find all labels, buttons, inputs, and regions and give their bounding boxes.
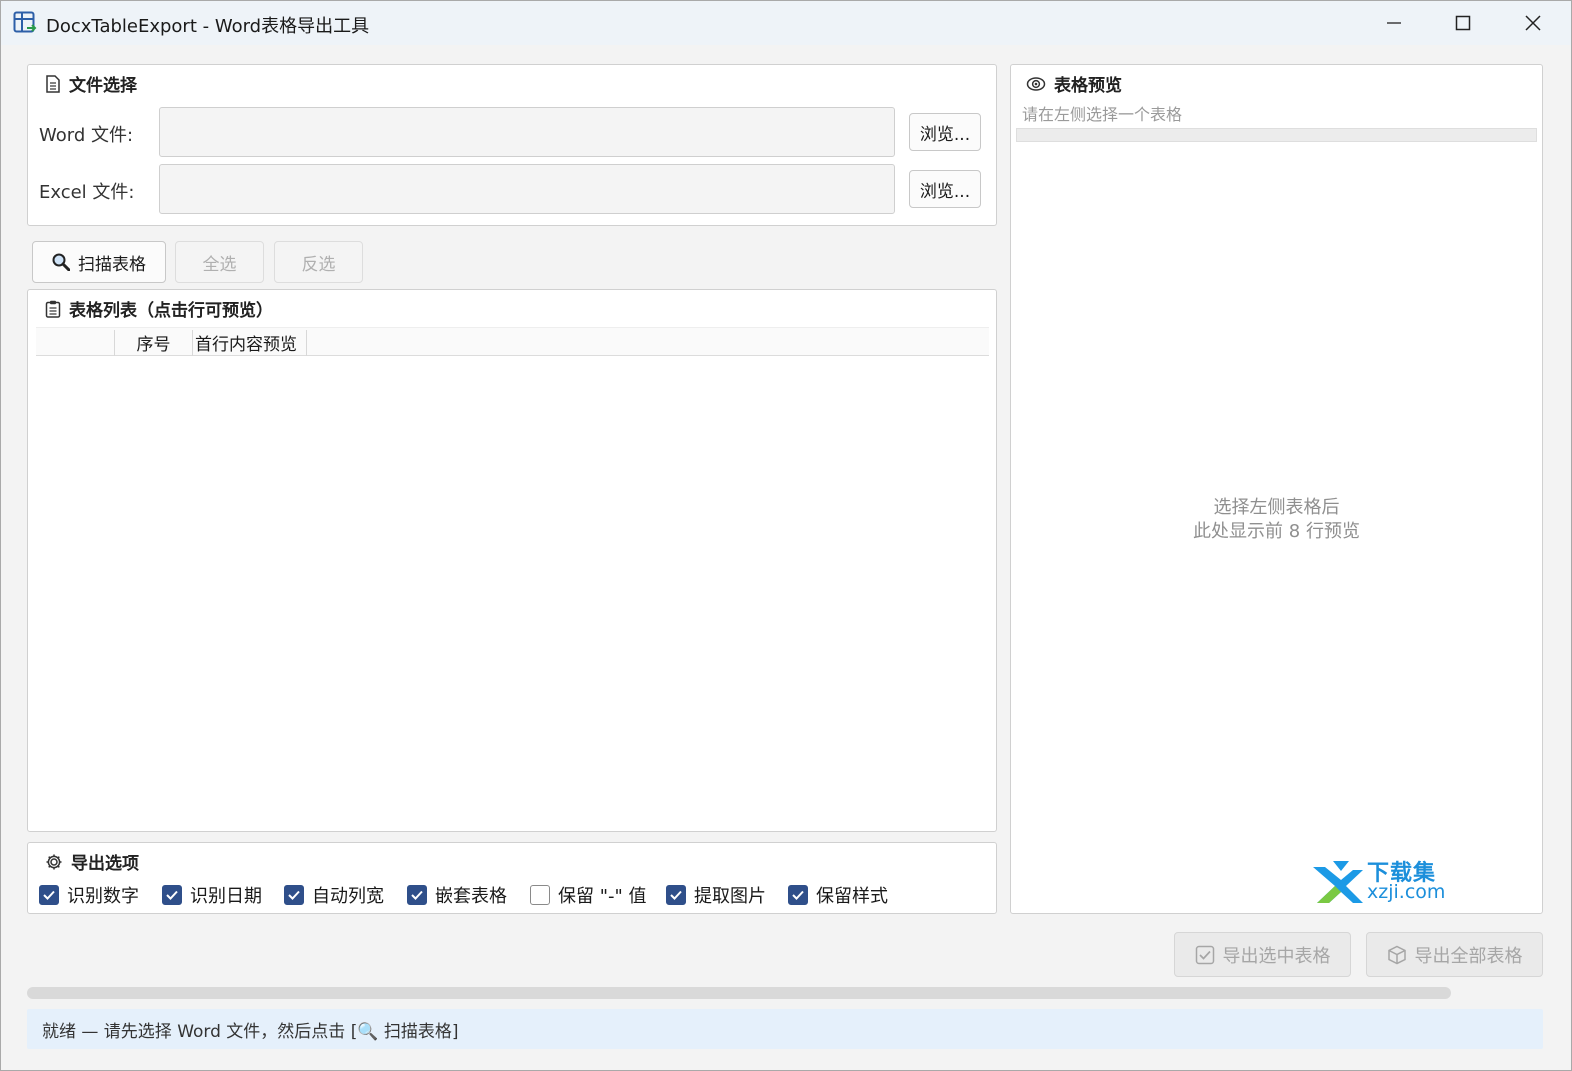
option-auto-column-width[interactable]: 自动列宽 xyxy=(284,882,384,908)
document-icon xyxy=(46,74,60,93)
table-list-header: 表格列表（点击行可预览） xyxy=(45,296,273,321)
checkbox-checked[interactable] xyxy=(788,885,808,905)
column-header-first-row-preview[interactable]: 首行内容预览 xyxy=(195,328,307,356)
export-selected-button[interactable]: 导出选中表格 xyxy=(1174,932,1351,977)
magnifier-icon xyxy=(52,253,70,271)
checkbox-icon xyxy=(1195,945,1214,964)
checkbox-checked[interactable] xyxy=(284,885,304,905)
eye-icon xyxy=(1026,76,1046,91)
preview-hint: 请在左侧选择一个表格 xyxy=(1022,105,1183,124)
window-title: DocxTableExport - Word表格导出工具 xyxy=(46,16,370,37)
excel-file-label: Excel 文件: xyxy=(39,182,135,203)
progress-bar xyxy=(27,987,1451,999)
table-preview-title: 表格预览 xyxy=(1054,76,1122,96)
export-all-button[interactable]: 导出全部表格 xyxy=(1366,932,1543,977)
checkmark-icon xyxy=(411,890,423,900)
export-options-title: 导出选项 xyxy=(71,854,139,874)
checkbox-checked[interactable] xyxy=(666,885,686,905)
option-recognize-numbers[interactable]: 识别数字 xyxy=(39,882,139,908)
browse-excel-button[interactable]: 浏览... xyxy=(909,170,981,208)
checkmark-icon xyxy=(288,890,300,900)
checkmark-icon xyxy=(166,890,178,900)
word-file-input[interactable] xyxy=(159,107,895,157)
option-label: 识别日期 xyxy=(190,886,262,907)
close-icon xyxy=(1525,15,1541,31)
checkbox-checked[interactable] xyxy=(39,885,59,905)
checkmark-icon xyxy=(670,890,682,900)
close-button[interactable] xyxy=(1498,1,1568,45)
checkbox-checked[interactable] xyxy=(407,885,427,905)
export-options-panel: 导出选项 识别数字 识别日期 自动列宽 嵌套表格 保留 "-" 值 提取图片 保… xyxy=(27,842,997,914)
option-recognize-dates[interactable]: 识别日期 xyxy=(162,882,262,908)
option-label: 保留样式 xyxy=(816,886,888,907)
invert-selection-button[interactable]: 反选 xyxy=(274,241,363,283)
option-nested-tables[interactable]: 嵌套表格 xyxy=(407,882,507,908)
app-window: DocxTableExport - Word表格导出工具 文件选择 Word 文… xyxy=(0,0,1572,1071)
app-table-icon xyxy=(13,11,37,33)
checkbox-unchecked[interactable] xyxy=(530,885,550,905)
preview-grid-header-strip xyxy=(1016,128,1537,142)
column-divider xyxy=(192,330,193,356)
gear-icon xyxy=(46,854,62,869)
maximize-icon xyxy=(1455,15,1471,31)
table-list-panel: 表格列表（点击行可预览） 序号 首行内容预览 xyxy=(27,289,997,832)
minimize-button[interactable] xyxy=(1359,1,1429,45)
table-preview-panel: 表格预览 请在左侧选择一个表格 选择左侧表格后 此处显示前 8 行预览 下载集 … xyxy=(1010,64,1543,914)
watermark-brand-url: xzji.com xyxy=(1367,881,1446,903)
maximize-button[interactable] xyxy=(1428,1,1498,45)
option-label: 自动列宽 xyxy=(312,886,384,907)
scan-tables-label: 扫描表格 xyxy=(78,254,146,275)
browse-word-button[interactable]: 浏览... xyxy=(909,113,981,151)
option-keep-dash-values[interactable]: 保留 "-" 值 xyxy=(530,882,647,908)
option-label: 嵌套表格 xyxy=(435,886,507,907)
excel-file-input[interactable] xyxy=(159,164,895,214)
table-list-grid[interactable]: 序号 首行内容预览 xyxy=(36,327,989,824)
checkmark-icon xyxy=(792,890,804,900)
file-selection-header: 文件选择 xyxy=(45,71,137,96)
package-icon xyxy=(1387,945,1406,964)
checkmark-icon xyxy=(43,890,55,900)
option-label: 识别数字 xyxy=(67,886,139,907)
export-all-label: 导出全部表格 xyxy=(1414,945,1523,967)
minimize-icon xyxy=(1387,22,1401,24)
title-bar[interactable]: DocxTableExport - Word表格导出工具 xyxy=(1,1,1571,45)
watermark-logo: 下载集 xzji.com xyxy=(1311,859,1456,905)
preview-placeholder-line2: 此处显示前 8 行预览 xyxy=(1193,521,1360,542)
word-file-label: Word 文件: xyxy=(39,125,134,146)
option-keep-styles[interactable]: 保留样式 xyxy=(788,882,888,908)
clipboard-list-icon xyxy=(45,300,61,318)
scan-tables-button[interactable]: 扫描表格 xyxy=(32,241,166,283)
column-header-select[interactable] xyxy=(36,328,114,356)
status-bar: 就绪 — 请先选择 Word 文件，然后点击 [🔍 扫描表格] xyxy=(27,1009,1543,1049)
option-extract-images[interactable]: 提取图片 xyxy=(666,882,766,908)
select-all-button[interactable]: 全选 xyxy=(175,241,264,283)
table-list-title: 表格列表（点击行可预览） xyxy=(69,301,273,321)
table-header-row: 序号 首行内容预览 xyxy=(36,327,989,356)
export-options-header: 导出选项 xyxy=(45,849,139,874)
option-label: 提取图片 xyxy=(694,886,766,907)
column-divider xyxy=(306,330,307,356)
table-preview-header: 表格预览 xyxy=(1026,71,1122,96)
file-selection-title: 文件选择 xyxy=(69,76,137,96)
x-logo-icon xyxy=(1313,861,1363,903)
column-header-index[interactable]: 序号 xyxy=(115,328,192,356)
checkbox-checked[interactable] xyxy=(162,885,182,905)
file-selection-panel: 文件选择 Word 文件: 浏览... Excel 文件: 浏览... xyxy=(27,64,997,226)
export-selected-label: 导出选中表格 xyxy=(1222,945,1331,967)
preview-placeholder-line1: 选择左侧表格后 xyxy=(1213,497,1340,518)
option-label: 保留 "-" 值 xyxy=(558,886,647,907)
